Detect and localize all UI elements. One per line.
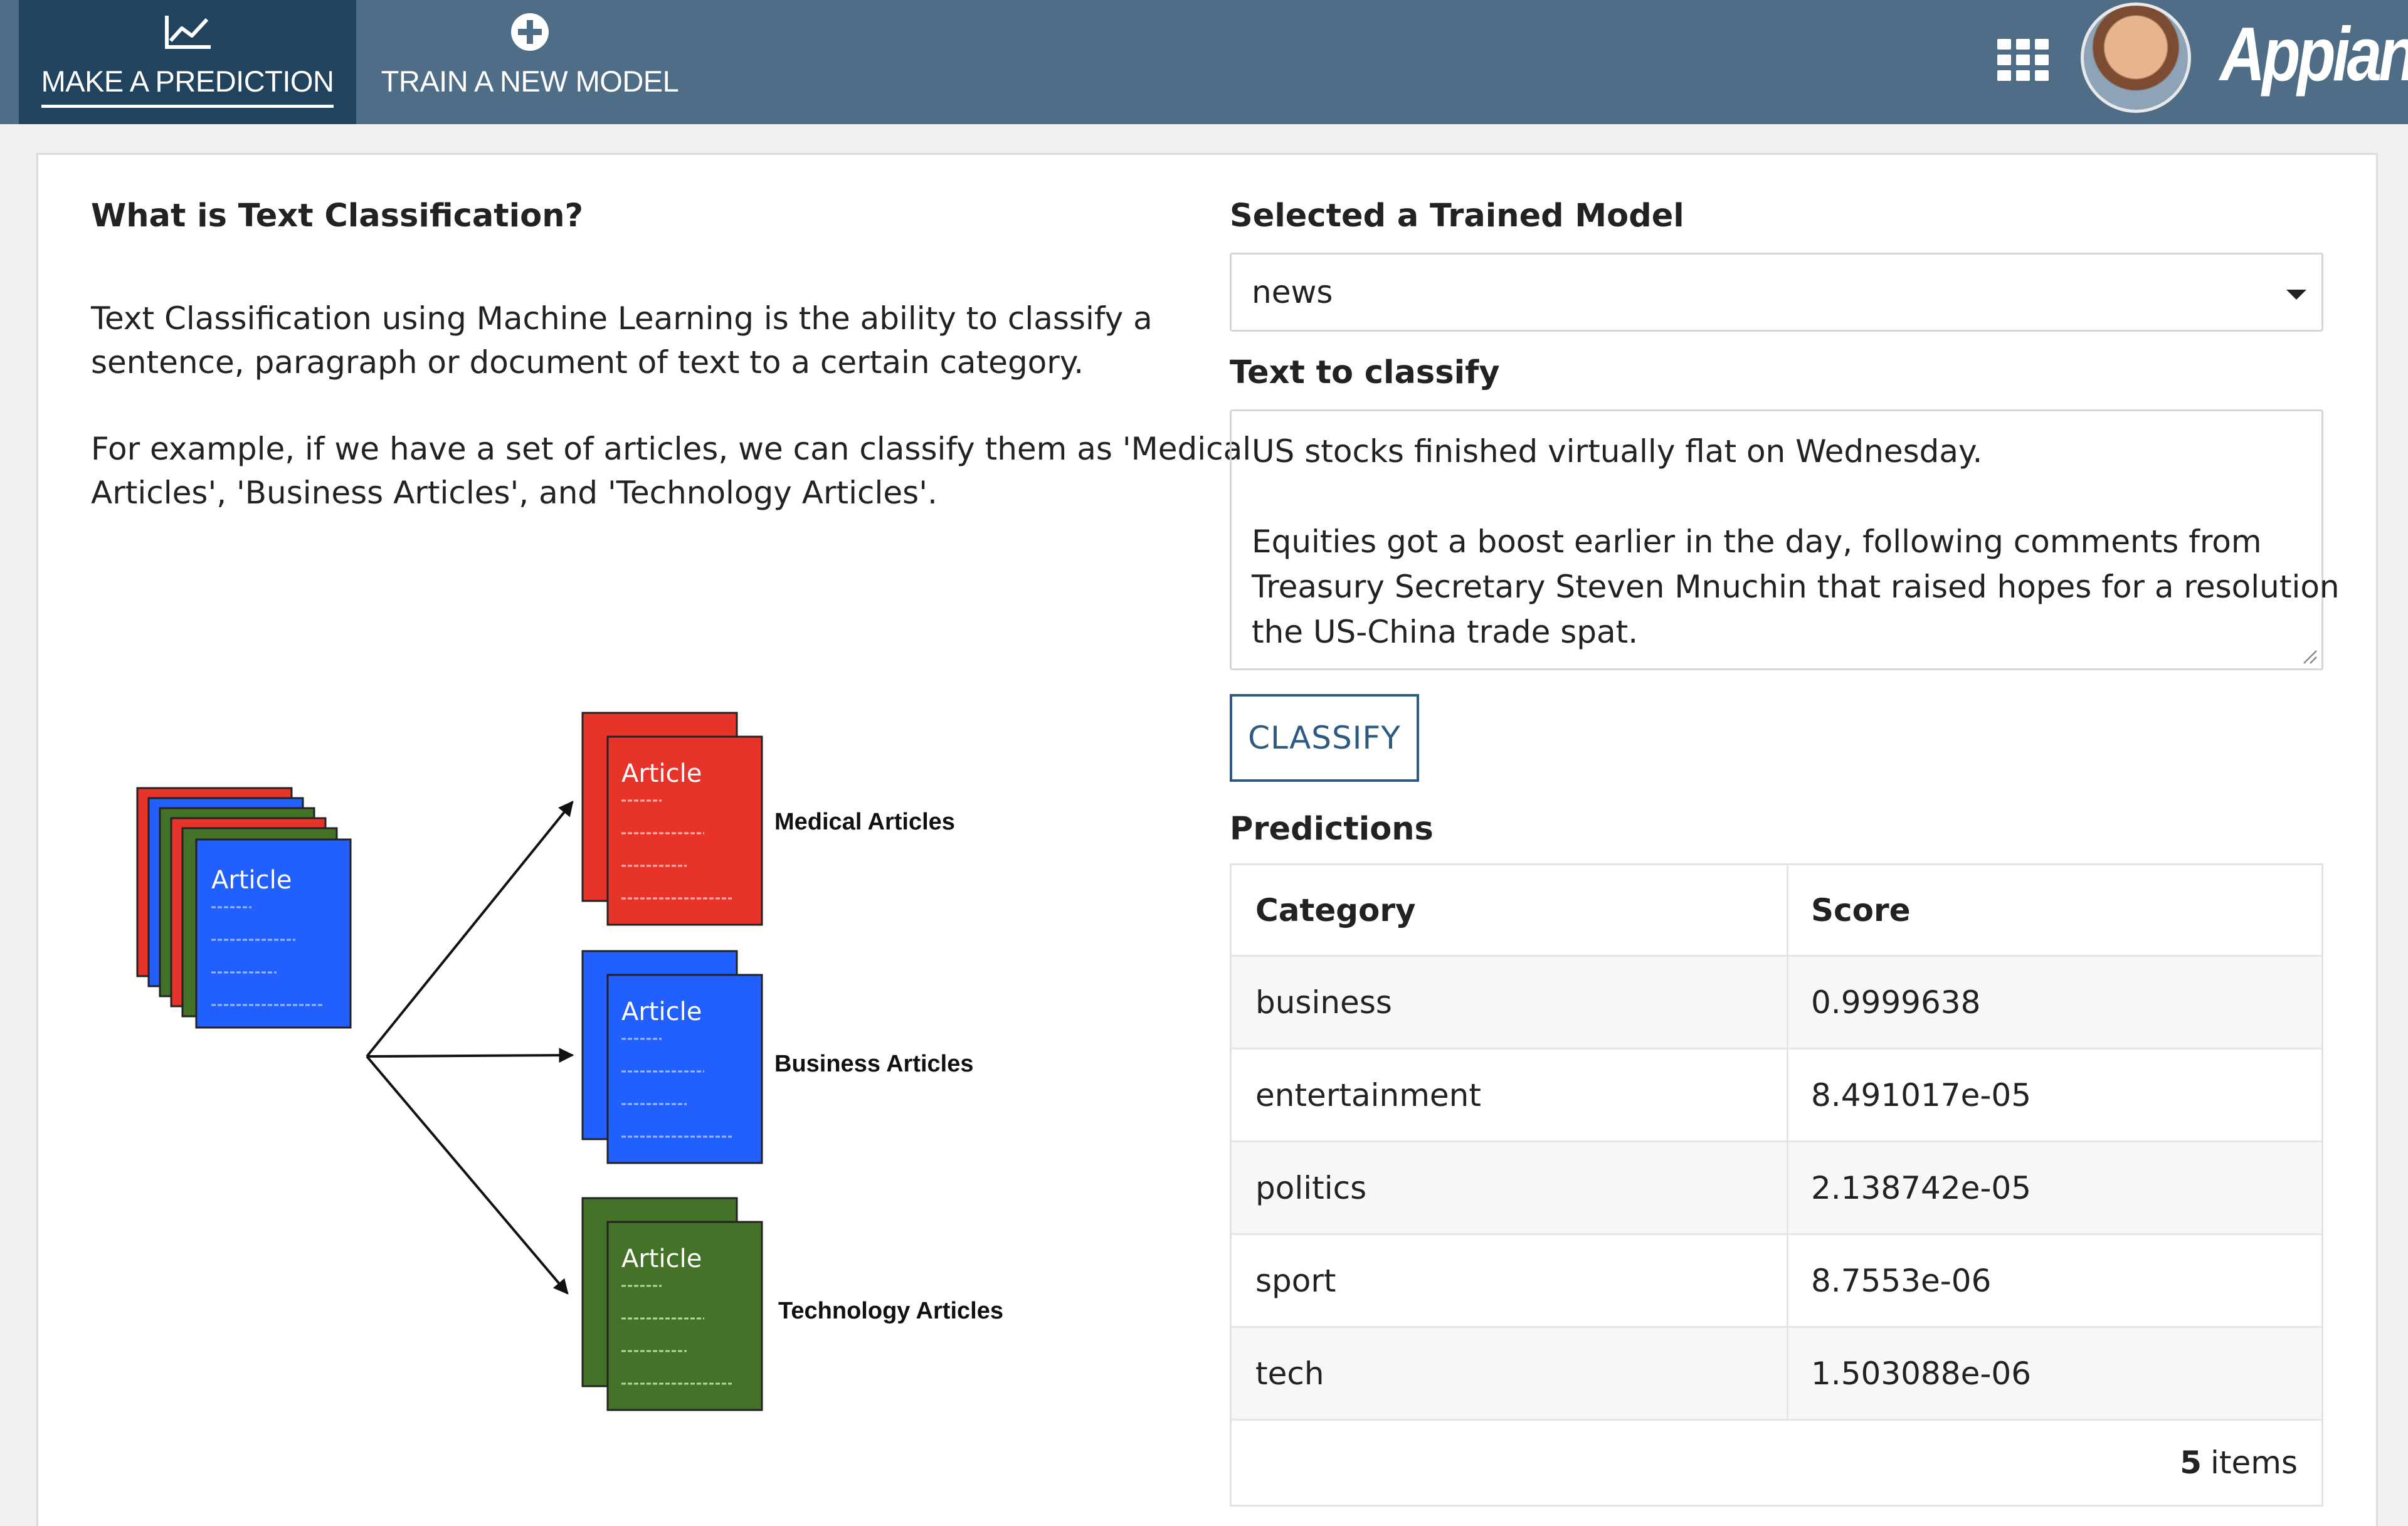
example-line-2: Articles', 'Business Articles', and 'Tec…	[91, 475, 937, 511]
intro-line-1: Text Classification using Machine Learni…	[91, 300, 1153, 337]
user-avatar[interactable]	[2081, 3, 2191, 113]
line-chart-icon	[163, 10, 212, 54]
medical-article-stack: Article Medical Articles	[581, 712, 955, 926]
column-header-category[interactable]: Category	[1232, 865, 1788, 955]
technology-articles-label: Technology Articles	[778, 1298, 1003, 1324]
score-cell: 8.491017e-05	[1811, 1076, 2032, 1113]
main-card: What is Text Classification? Text Classi…	[36, 153, 2378, 1526]
text-line-3: Equities got a boost earlier in the day,…	[1252, 524, 2262, 560]
table-row: entertainment 8.491017e-05	[1232, 1050, 2321, 1142]
model-select[interactable]: news	[1230, 253, 2323, 332]
model-label: Selected a Trained Model	[1230, 197, 1684, 234]
category-cell: business	[1232, 957, 1788, 1048]
category-cell: politics	[1232, 1142, 1788, 1233]
technology-article-stack: Article Technology Articles	[581, 1197, 1003, 1411]
item-count-suffix: items	[2210, 1444, 2298, 1481]
appian-logo[interactable]: Appian	[2220, 10, 2408, 98]
category-cell: tech	[1232, 1328, 1788, 1419]
tab-train-a-new-model-label: TRAIN A NEW MODEL	[381, 65, 679, 98]
item-count: 5	[2180, 1444, 2202, 1481]
category-cell: entertainment	[1232, 1050, 1788, 1140]
text-line-1: US stocks finished virtually flat on Wed…	[1252, 433, 1983, 470]
tab-make-a-prediction-label: MAKE A PREDICTION	[41, 64, 334, 108]
business-article-stack: Article Business Articles	[581, 950, 974, 1164]
left-heading: What is Text Classification?	[91, 197, 584, 234]
classification-arrows	[366, 801, 574, 1295]
intro-paragraph: Text Classification using Machine Learni…	[91, 297, 1153, 384]
table-row: business 0.9999638	[1232, 957, 2321, 1050]
intro-line-2: sentence, paragraph or document of text …	[91, 344, 1084, 381]
table-row: sport 8.7553e-06	[1232, 1235, 2321, 1328]
chevron-down-icon	[2286, 290, 2306, 300]
top-nav-bar: MAKE A PREDICTION TRAIN A NEW MODEL Appi…	[0, 0, 2408, 124]
model-select-value: news	[1252, 274, 1333, 310]
column-header-score[interactable]: Score	[1788, 865, 2321, 955]
score-cell: 0.9999638	[1811, 984, 1981, 1021]
predictions-table: Category Score business 0.9999638 entert…	[1230, 863, 2323, 1507]
score-cell: 1.503088e-06	[1811, 1355, 2032, 1392]
table-row: politics 2.138742e-05	[1232, 1142, 2321, 1235]
table-header-row: Category Score	[1232, 865, 2321, 957]
score-cell: 2.138742e-05	[1811, 1169, 2032, 1206]
text-line-4: Treasury Secretary Steven Mnuchin that r…	[1252, 569, 2340, 605]
classify-button[interactable]: CLASSIFY	[1230, 694, 1419, 782]
tab-train-a-new-model[interactable]: TRAIN A NEW MODEL	[370, 0, 690, 124]
table-footer: 5 items	[1232, 1421, 2321, 1505]
text-to-classify-input[interactable]: US stocks finished virtually flat on Wed…	[1230, 409, 2340, 670]
predictions-label: Predictions	[1230, 811, 1434, 848]
medical-articles-label: Medical Articles	[774, 809, 955, 835]
source-card-title: Article	[211, 866, 292, 895]
business-card-title: Article	[621, 997, 702, 1026]
text-to-classify-label: Text to classify	[1230, 354, 1500, 391]
source-article-stack: Article	[136, 787, 352, 1029]
plus-circle-icon	[509, 10, 551, 54]
category-cell: sport	[1232, 1235, 1788, 1326]
apps-grid-icon[interactable]	[1997, 39, 2049, 81]
table-row: tech 1.503088e-06	[1232, 1328, 2321, 1421]
classification-diagram: Article Article Medical Articles Article…	[136, 712, 1003, 1411]
example-paragraph: For example, if we have a set of article…	[91, 427, 1251, 515]
medical-card-title: Article	[621, 759, 702, 788]
score-cell: 8.7553e-06	[1811, 1262, 1992, 1299]
business-articles-label: Business Articles	[774, 1051, 974, 1077]
tab-make-a-prediction[interactable]: MAKE A PREDICTION	[19, 0, 356, 124]
text-line-2	[1252, 474, 2301, 519]
text-line-5: the US-China trade spat.	[1252, 614, 1639, 650]
example-line-1: For example, if we have a set of article…	[91, 431, 1252, 467]
resize-handle-icon[interactable]	[2301, 648, 2318, 665]
technology-card-title: Article	[621, 1244, 702, 1273]
